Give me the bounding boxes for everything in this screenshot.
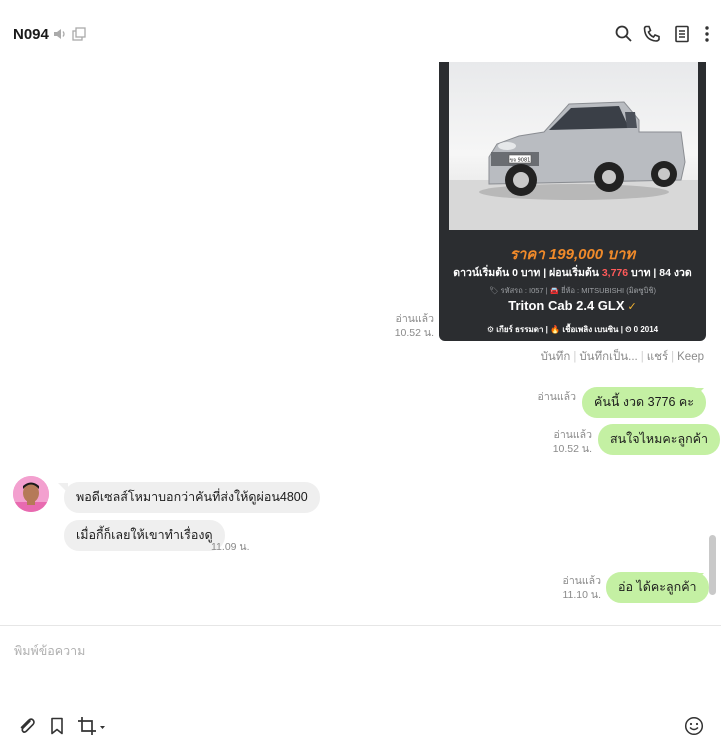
share-link[interactable]: แชร์ xyxy=(647,351,668,363)
message-time: 11.09 น. xyxy=(211,541,250,553)
keep-link[interactable]: Keep xyxy=(677,351,704,363)
license-plate: ขจ 9081 xyxy=(510,158,531,164)
car-terms: ดาวน์เริ่มต้น 0 บาท | ผ่อนเริ่มต้น 3,776… xyxy=(439,264,706,281)
message-bubble[interactable]: คันนี้ งวด 3776 คะ xyxy=(582,387,706,418)
composer xyxy=(0,625,721,738)
contact-avatar[interactable] xyxy=(13,476,49,512)
search-icon[interactable] xyxy=(614,24,634,44)
save-as-link[interactable]: บันทึกเป็น... xyxy=(579,351,637,363)
read-receipt: อ่านแล้ว xyxy=(537,391,576,403)
pickup-truck-image: ขจ 9081 xyxy=(449,101,698,230)
verified-check-icon: ✓ xyxy=(627,301,637,313)
message-time: 10.52 น. xyxy=(552,443,592,455)
more-icon[interactable] xyxy=(698,24,716,44)
read-receipt: อ่านแล้ว xyxy=(553,429,592,441)
bubble-tail xyxy=(694,388,704,398)
screenshot-crop-icon[interactable] xyxy=(77,716,107,736)
phone-icon[interactable] xyxy=(642,24,662,44)
message-bubble[interactable]: สนใจไหมคะลูกค้า xyxy=(598,424,721,455)
car-price: ราคา 199,000 บาท xyxy=(509,246,636,263)
photo-actions: บันทึก | บันทึกเป็น... | แชร์ | Keep xyxy=(540,351,704,363)
chat-header: N094 xyxy=(0,0,721,62)
chat-title: N094 xyxy=(13,26,49,43)
car-model: Triton Cab 2.4 GLX ✓ xyxy=(439,298,706,313)
read-meta-2: อ่านแล้ว 10.52 น. xyxy=(510,428,592,456)
terms-suffix: บาท | 84 งวด xyxy=(628,267,692,279)
car-model-text: Triton Cab 2.4 GLX xyxy=(508,298,625,313)
terms-prefix: ดาวน์เริ่มต้น 0 บาท | ผ่อนเริ่มต้น xyxy=(453,267,602,279)
car-code-info: 🏷 รหัสรถ : I057 | 🚘 ยี่ห้อ : MITSUBISHI … xyxy=(489,286,656,295)
message-time: 11.10 น. xyxy=(562,589,601,601)
read-receipt: อ่านแล้ว xyxy=(395,313,434,325)
save-link[interactable]: บันทึก xyxy=(541,351,571,363)
message-list[interactable]: ขจ 9081 ราคา 199,000 บาท ดาวน์เริ่มต้น 0… xyxy=(0,62,721,625)
speaker-icon[interactable] xyxy=(53,27,67,41)
emoji-icon[interactable] xyxy=(684,716,704,736)
message-bubble[interactable]: เมื่อกี้ก็เลยให้เขาทำเรื่องดู xyxy=(64,520,225,551)
bubble-tail xyxy=(58,483,68,493)
bubble-tail xyxy=(694,573,704,583)
terms-installment: 3,776 xyxy=(601,267,629,279)
bookmark-icon[interactable] xyxy=(47,716,67,736)
photo-read-meta: อ่านแล้ว 10.52 น. xyxy=(350,312,434,340)
read-receipt: อ่านแล้ว xyxy=(562,575,601,587)
car-specs: ⚙ เกียร์ ธรรมดา | 🔥 เชื้อเพลิง เบนซิน | … xyxy=(486,325,659,334)
car-photo-message[interactable]: ขจ 9081 ราคา 199,000 บาท ดาวน์เริ่มต้น 0… xyxy=(439,62,706,341)
note-icon[interactable] xyxy=(672,24,692,44)
attach-icon[interactable] xyxy=(17,716,37,736)
car-photo[interactable]: ขจ 9081 xyxy=(449,62,698,230)
open-window-icon[interactable] xyxy=(72,27,86,41)
scrollbar-thumb[interactable] xyxy=(709,535,716,595)
message-time: 10.52 น. xyxy=(394,327,434,339)
message-input[interactable] xyxy=(14,636,694,666)
message-bubble[interactable]: พอดีเซลส์โหมาบอกว่าคันที่ส่งให้ดูผ่อน480… xyxy=(64,482,320,513)
read-meta-3: อ่านแล้ว 11.10 น. xyxy=(520,574,601,602)
read-meta-1: อ่านแล้ว xyxy=(500,390,576,404)
